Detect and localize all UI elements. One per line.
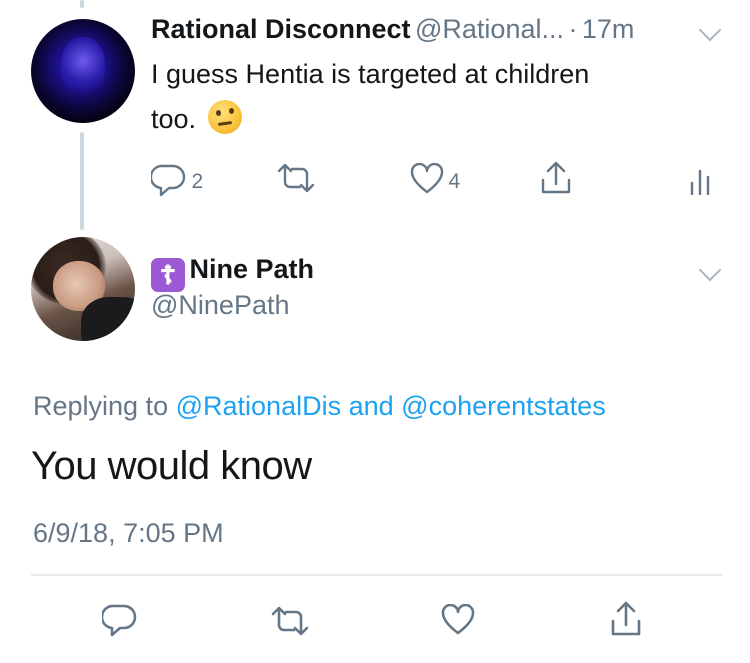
share-icon <box>611 601 641 636</box>
tweet-text-line2: too. <box>151 97 711 142</box>
separator: · <box>568 14 578 44</box>
timestamp[interactable]: 17m <box>582 14 635 44</box>
orthodox-cross-icon: ☦ <box>151 258 185 292</box>
chevron-down-icon[interactable] <box>698 18 722 42</box>
thread-line-top <box>80 0 84 8</box>
parent-tweet-text: I guess Hentia is targeted at children t… <box>151 52 711 142</box>
heart-icon <box>441 603 475 635</box>
replying-to-line: Replying to @RationalDis and @coherentst… <box>33 391 606 422</box>
divider <box>31 574 723 576</box>
avatar-nine-path[interactable] <box>31 237 135 341</box>
retweet-button-main[interactable] <box>270 606 310 641</box>
analytics-button[interactable] <box>689 165 711 200</box>
thinking-face-icon <box>207 100 242 134</box>
avatar-rational-disconnect[interactable] <box>31 19 135 123</box>
tweet-text-line2-words: too. <box>151 104 197 134</box>
chevron-down-icon[interactable] <box>698 258 722 282</box>
replying-prefix: Replying to <box>33 391 169 421</box>
share-button[interactable] <box>539 160 573 201</box>
reply-button[interactable]: 2 <box>149 163 204 197</box>
thread-line <box>80 132 84 230</box>
replying-and: and <box>348 391 394 421</box>
retweet-icon <box>277 163 315 193</box>
like-button[interactable]: 4 <box>410 162 461 195</box>
heart-icon <box>410 162 444 194</box>
like-button-main[interactable] <box>441 603 475 641</box>
reply-timestamp: 6/9/18, 7:05 PM <box>33 518 224 548</box>
reply-icon <box>100 604 137 637</box>
mention-rationaldis[interactable]: @RationalDis <box>176 391 341 421</box>
parent-tweet-header: Rational Disconnect @Rational... · 17m <box>151 14 634 45</box>
reply-author-handle[interactable]: @NinePath <box>151 290 289 321</box>
reply-button-main[interactable] <box>100 603 138 644</box>
like-count: 4 <box>448 170 461 193</box>
tweet-text-line1: I guess Hentia is targeted at children <box>151 59 590 89</box>
reply-tweet-text: You would know <box>31 444 312 488</box>
retweet-button[interactable] <box>276 163 316 198</box>
author-handle[interactable]: @Rational... <box>415 14 564 44</box>
analytics-icon <box>690 169 710 196</box>
author-name[interactable]: Rational Disconnect <box>151 14 411 44</box>
reply-author-line: ☦ Nine Path <box>151 254 314 292</box>
retweet-icon <box>271 606 309 636</box>
reply-author-name[interactable]: Nine Path <box>189 254 314 284</box>
share-icon <box>541 161 571 194</box>
reply-count: 2 <box>191 170 204 193</box>
mention-coherentstates[interactable]: @coherentstates <box>401 391 606 421</box>
share-button-main[interactable] <box>609 600 643 643</box>
reply-icon <box>149 164 186 197</box>
